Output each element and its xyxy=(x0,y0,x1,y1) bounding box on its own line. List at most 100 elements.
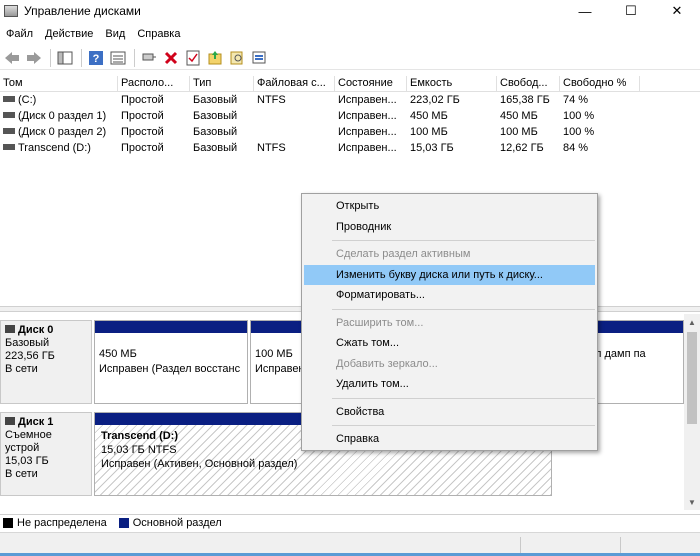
table-cell: Исправен... xyxy=(338,110,397,122)
table-cell: 100 МБ xyxy=(500,126,538,138)
menu-separator xyxy=(332,308,595,310)
search-icon[interactable] xyxy=(227,48,247,68)
context-menu-item[interactable]: Изменить букву диска или путь к диску... xyxy=(304,264,595,285)
export-icon[interactable] xyxy=(249,48,269,68)
window-controls: — ☐ ✕ xyxy=(562,0,700,22)
toolbar-separator xyxy=(81,48,82,67)
table-cell: Базовый xyxy=(193,142,238,154)
status-divider xyxy=(520,537,521,553)
toolbar: ? xyxy=(0,46,700,70)
table-row[interactable]: (C:) Простой Базовый NTFS Исправен... 22… xyxy=(0,92,700,108)
table-cell: Исправен... xyxy=(338,94,397,106)
column-header[interactable]: Емкость xyxy=(407,76,497,92)
volume-icon xyxy=(3,144,15,151)
column-header[interactable]: Файловая с... xyxy=(254,76,335,92)
context-menu-item: Добавить зеркало... xyxy=(336,357,438,370)
disk-label[interactable]: Диск 0 Базовый 223,56 ГБ В сети xyxy=(0,320,92,404)
partition-status: Исправен (Раздел восстанс xyxy=(99,363,241,375)
context-menu-item[interactable]: Свойства xyxy=(304,402,595,423)
scroll-up-icon[interactable]: ▲ xyxy=(684,314,700,330)
disk-list-icon[interactable] xyxy=(108,48,128,68)
table-row[interactable]: (Диск 0 раздел 1) Простой Базовый Исправ… xyxy=(0,108,700,124)
partition-block[interactable]: л дамп па xyxy=(590,320,684,404)
column-header[interactable]: Свобод... xyxy=(497,76,560,92)
maximize-button[interactable]: ☐ xyxy=(608,0,654,22)
partition-bar xyxy=(591,321,683,333)
checklist-icon[interactable] xyxy=(183,48,203,68)
disk-status: В сети xyxy=(5,363,38,375)
close-button[interactable]: ✕ xyxy=(654,0,700,22)
context-menu-item[interactable]: Сжать том... xyxy=(304,333,595,354)
volume-table-header: Том Располо... Тип Файловая с... Состоян… xyxy=(0,76,700,92)
volume-name: Transcend (D:) xyxy=(18,142,91,154)
volume-cell: Transcend (D:) xyxy=(0,140,118,156)
help-icon[interactable]: ? xyxy=(86,48,106,68)
scroll-down-icon[interactable]: ▼ xyxy=(684,494,700,510)
disk-label[interactable]: Диск 1 Съемное устрой 15,03 ГБ В сети xyxy=(0,412,92,496)
connect-icon[interactable] xyxy=(139,48,159,68)
table-cell: 100 % xyxy=(563,126,595,138)
status-bar xyxy=(0,532,700,556)
partition-status: Исправен (Активен, Основной раздел) xyxy=(101,458,298,470)
volume-icon xyxy=(3,96,15,103)
partition-size: 100 МБ xyxy=(255,348,293,360)
toolbar-separator xyxy=(134,48,135,67)
partition-block[interactable]: 450 МБ Исправен (Раздел восстанс xyxy=(94,320,248,404)
context-menu-item[interactable]: Проводник xyxy=(304,217,595,238)
table-cell: Базовый xyxy=(193,94,238,106)
table-cell: 100 МБ xyxy=(410,126,448,138)
partition-bar xyxy=(251,321,301,333)
context-menu-item: Сделать раздел активным xyxy=(336,248,471,260)
column-header[interactable]: Свободно % xyxy=(560,76,640,92)
console-tree-icon[interactable] xyxy=(55,48,75,68)
menu-bar: Файл Действие Вид Справка xyxy=(0,24,700,44)
partition-block[interactable]: 100 МБ Исправен xyxy=(250,320,302,404)
context-menu-item[interactable]: Форматировать... xyxy=(304,285,595,306)
context-menu-item[interactable]: Удалить том... xyxy=(304,374,595,395)
table-cell: Простой xyxy=(121,110,164,122)
context-menu-item[interactable]: Справка xyxy=(304,429,595,450)
minimize-button[interactable]: — xyxy=(562,0,608,22)
back-icon[interactable] xyxy=(2,48,22,68)
folder-icon[interactable] xyxy=(205,48,225,68)
legend-label: Не распределена xyxy=(17,516,107,529)
volume-icon xyxy=(3,112,15,119)
menu-separator xyxy=(332,425,595,426)
column-header[interactable]: Том xyxy=(0,76,118,92)
disk-management-icon xyxy=(4,5,18,17)
context-menu: Открыть Проводник Сделать раздел активным И… xyxy=(301,193,598,451)
menu-help[interactable]: Справка xyxy=(131,28,186,40)
table-cell: NTFS xyxy=(257,142,286,154)
disk-name: Диск 0 xyxy=(18,324,54,336)
delete-icon[interactable] xyxy=(161,48,181,68)
menu-file[interactable]: Файл xyxy=(0,28,39,40)
table-cell: NTFS xyxy=(257,94,286,106)
table-cell: 74 % xyxy=(563,94,589,106)
table-row[interactable]: Transcend (D:) Простой Базовый NTFS Испр… xyxy=(0,140,700,156)
context-menu-item[interactable]: Открыть xyxy=(304,196,595,217)
column-header[interactable]: Располо... xyxy=(118,76,190,92)
table-cell: Исправен... xyxy=(338,142,397,154)
title-bar: Управление дисками — ☐ ✕ xyxy=(0,0,700,22)
toolbar-separator xyxy=(50,48,51,67)
scroll-thumb[interactable] xyxy=(687,332,697,424)
partition-size: 450 МБ xyxy=(99,348,137,360)
volume-name: (C:) xyxy=(18,94,37,106)
menu-action[interactable]: Действие xyxy=(39,28,99,40)
disk-type: Базовый xyxy=(5,337,50,349)
column-header[interactable]: Тип xyxy=(190,76,254,92)
table-cell: 450 МБ xyxy=(500,110,538,122)
partition-bar xyxy=(95,321,247,333)
volume-table: Том Располо... Тип Файловая с... Состоян… xyxy=(0,76,700,156)
forward-icon[interactable] xyxy=(24,48,44,68)
volume-icon xyxy=(3,128,15,135)
column-header[interactable]: Состояние xyxy=(335,76,407,92)
table-cell: Исправен... xyxy=(338,126,397,138)
menu-view[interactable]: Вид xyxy=(99,28,131,40)
disk-icon xyxy=(5,417,15,426)
vertical-scrollbar[interactable]: ▲ ▼ xyxy=(684,314,700,510)
table-cell xyxy=(254,108,335,124)
table-cell: 100 % xyxy=(563,110,595,122)
svg-text:?: ? xyxy=(93,53,100,65)
table-row[interactable]: (Диск 0 раздел 2) Простой Базовый Исправ… xyxy=(0,124,700,140)
